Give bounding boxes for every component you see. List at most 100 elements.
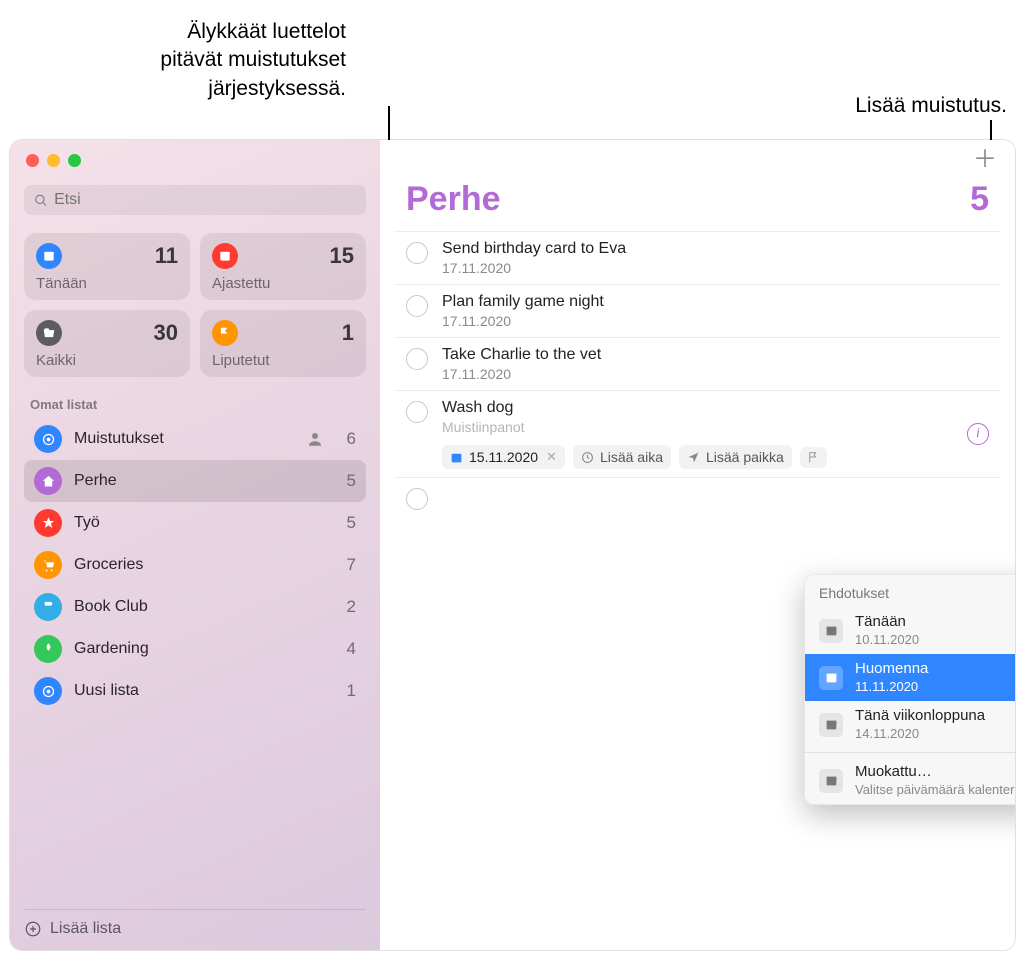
smartlists-grid: 11 Tänään 15 Ajastettu 30 Kaikki 1 Liput…: [24, 233, 366, 377]
smartlist-count: 30: [154, 320, 178, 346]
smartlist-icon: [212, 243, 238, 269]
complete-toggle[interactable]: [406, 348, 428, 370]
reminder-item[interactable]: Wash dog Muistiinpanot 15.11.2020✕ Lisää…: [394, 391, 1001, 478]
popover-item[interactable]: Tänään 10.11.2020: [805, 607, 1015, 654]
reminders-list: Send birthday card to Eva 17.11.2020 Pla…: [380, 231, 1015, 518]
sidebar-item-book club[interactable]: Book Club 2: [24, 586, 366, 628]
smartlist-count: 11: [155, 243, 178, 269]
list-item-count: 2: [340, 597, 356, 617]
chip-clear[interactable]: ✕: [546, 449, 557, 465]
sidebar-item-groceries[interactable]: Groceries 7: [24, 544, 366, 586]
reminder-item[interactable]: Send birthday card to Eva 17.11.2020: [394, 231, 1001, 285]
list-icon: [34, 425, 62, 453]
calendar-icon: [819, 666, 843, 690]
sidebar-item-muistutukset[interactable]: Muistutukset 6: [24, 418, 366, 460]
smartlist-label: Tänään: [36, 275, 178, 292]
smartlist-card-tänään[interactable]: 11 Tänään: [24, 233, 190, 300]
sidebar-item-perhe[interactable]: Perhe 5: [24, 460, 366, 502]
add-reminder-button[interactable]: ＋: [967, 144, 1003, 176]
reminder-date: 17.11.2020: [442, 313, 989, 329]
smartlist-card-ajastettu[interactable]: 15 Ajastettu: [200, 233, 366, 300]
sidebar-item-gardening[interactable]: Gardening 4: [24, 628, 366, 670]
list-name: Book Club: [74, 598, 328, 616]
sidebar: 11 Tänään 15 Ajastettu 30 Kaikki 1 Liput…: [10, 140, 380, 950]
clock-icon: [581, 451, 594, 464]
minimize-button[interactable]: [47, 154, 60, 167]
complete-toggle[interactable]: [406, 488, 428, 510]
list-icon: [34, 635, 62, 663]
list-icon: [34, 467, 62, 495]
chip-flag[interactable]: [800, 447, 827, 468]
lists-container: Muistutukset 6 Perhe 5 Työ 5 Groceries 7…: [24, 418, 366, 909]
window-controls: [24, 154, 366, 167]
sidebar-item-uusi lista[interactable]: Uusi lista 1: [24, 670, 366, 712]
info-button[interactable]: i: [967, 423, 989, 445]
popover-item-label: Tänä viikonloppuna: [855, 707, 985, 726]
smartlist-label: Kaikki: [36, 352, 178, 369]
sidebar-item-työ[interactable]: Työ 5: [24, 502, 366, 544]
flag-icon: [807, 451, 820, 464]
list-name: Gardening: [74, 640, 328, 658]
smartlist-label: Ajastettu: [212, 275, 354, 292]
reminder-title: Send birthday card to Eva: [442, 240, 989, 258]
popover-item-sub: 11.11.2020: [855, 679, 928, 695]
list-name: Perhe: [74, 472, 328, 490]
search-field[interactable]: [24, 185, 366, 215]
complete-toggle[interactable]: [406, 295, 428, 317]
reminder-title: Plan family game night: [442, 293, 989, 311]
close-button[interactable]: [26, 154, 39, 167]
popover-item-label: Tänään: [855, 613, 919, 632]
list-header: Perhe 5: [380, 180, 1015, 231]
popover-item[interactable]: Huomenna 11.11.2020: [805, 654, 1015, 701]
chip-date[interactable]: 15.11.2020✕: [442, 445, 565, 469]
reminder-date: 17.11.2020: [442, 366, 989, 382]
list-name: Uusi lista: [74, 682, 328, 700]
shared-icon: [306, 430, 324, 448]
reminder-notes-placeholder[interactable]: Muistiinpanot: [442, 419, 953, 435]
calendar-icon: [819, 769, 843, 793]
list-icon: [34, 677, 62, 705]
chip-location[interactable]: Lisää paikka: [679, 445, 792, 469]
main-content: ＋ Perhe 5 Send birthday card to Eva 17.1…: [380, 140, 1015, 950]
list-item-count: 7: [340, 555, 356, 575]
popover-item-custom[interactable]: Muokattu… Valitse päivämäärä kalenterist…: [805, 757, 1015, 804]
plus-circle-icon: [24, 920, 42, 938]
list-icon: [34, 551, 62, 579]
callout-add: Lisää muistutus.: [707, 92, 1007, 120]
complete-toggle[interactable]: [406, 401, 428, 423]
list-name: Groceries: [74, 556, 328, 574]
list-item-count: 5: [340, 471, 356, 491]
list-item-count: 6: [340, 429, 356, 449]
reminder-title: Wash dog: [442, 399, 953, 417]
popover-title: Ehdotukset: [805, 575, 1015, 607]
popover-custom-label: Muokattu…: [855, 763, 1015, 782]
add-list-button[interactable]: Lisää lista: [24, 909, 366, 938]
popover-item-sub: 14.11.2020: [855, 726, 985, 742]
list-name: Muistutukset: [74, 430, 294, 448]
search-input[interactable]: [54, 191, 356, 209]
popover-item-label: Huomenna: [855, 660, 928, 679]
maximize-button[interactable]: [68, 154, 81, 167]
topbar: ＋: [380, 140, 1015, 180]
reminder-item[interactable]: Plan family game night 17.11.2020: [394, 285, 1001, 338]
smartlist-card-liputetut[interactable]: 1 Liputetut: [200, 310, 366, 377]
list-item-count: 1: [340, 681, 356, 701]
calendar-icon: [450, 451, 463, 464]
list-name: Työ: [74, 514, 328, 532]
list-item-count: 5: [340, 513, 356, 533]
complete-toggle[interactable]: [406, 242, 428, 264]
calendar-icon: [819, 713, 843, 737]
reminder-item-new[interactable]: [394, 478, 1001, 518]
smartlist-count: 15: [330, 243, 354, 269]
popover-custom-sub: Valitse päivämäärä kalenterista: [855, 782, 1015, 798]
calendar-icon: [819, 619, 843, 643]
list-title: Perhe: [406, 180, 501, 219]
chip-time[interactable]: Lisää aika: [573, 445, 671, 469]
list-item-count: 4: [340, 639, 356, 659]
add-list-label: Lisää lista: [50, 920, 121, 938]
reminder-title: Take Charlie to the vet: [442, 346, 989, 364]
smartlist-card-kaikki[interactable]: 30 Kaikki: [24, 310, 190, 377]
reminder-item[interactable]: Take Charlie to the vet 17.11.2020: [394, 338, 1001, 391]
list-count: 5: [970, 180, 989, 219]
popover-item[interactable]: Tänä viikonloppuna 14.11.2020: [805, 701, 1015, 748]
